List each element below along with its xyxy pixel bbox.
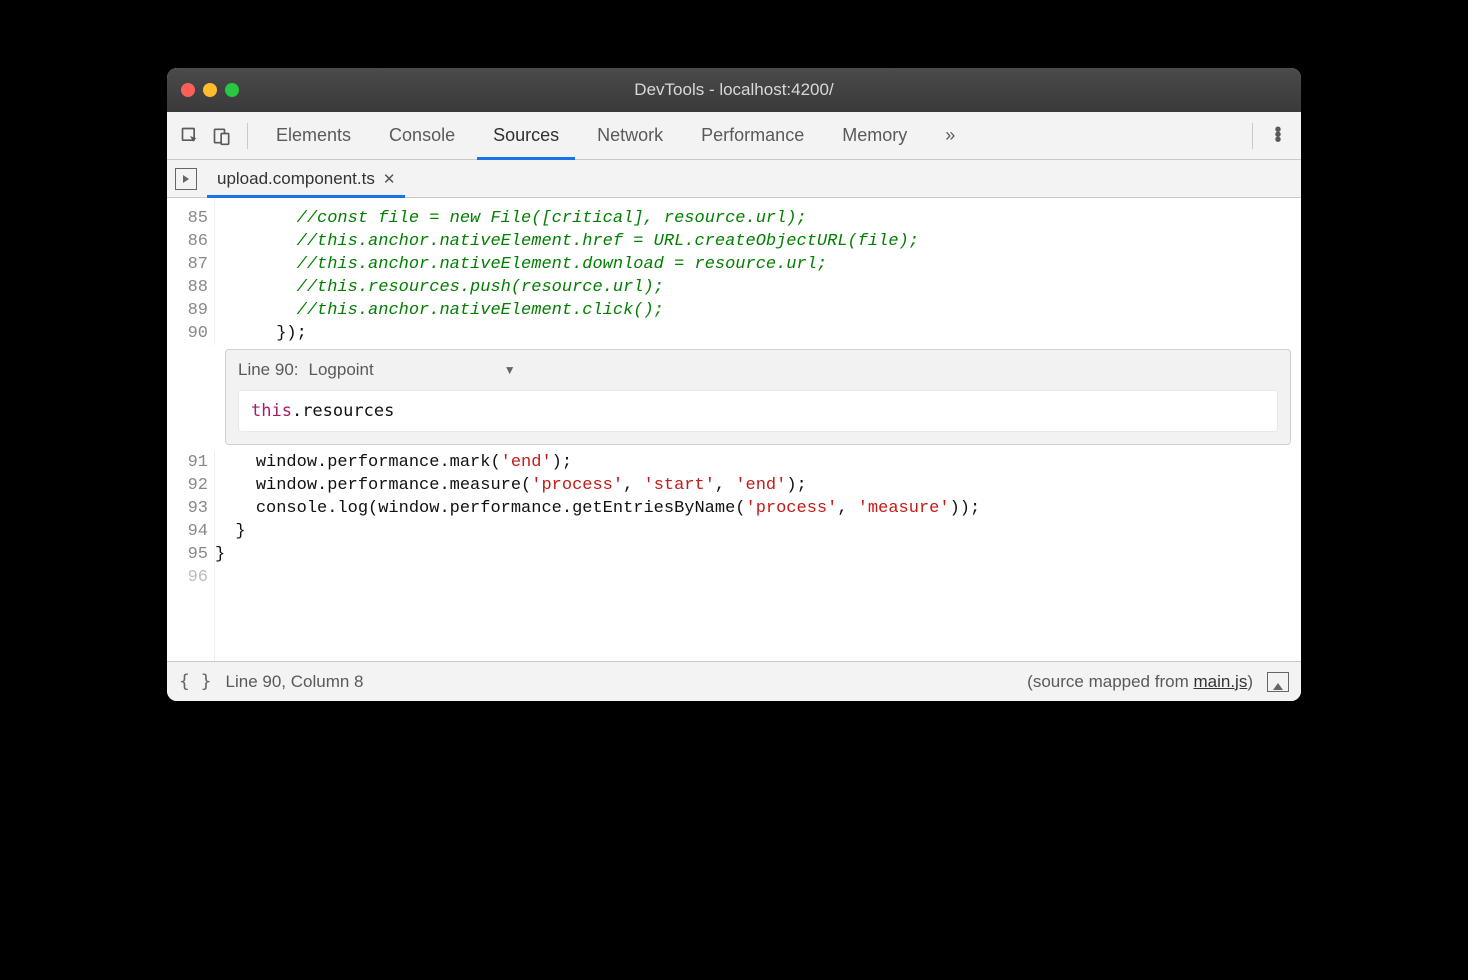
close-tab-icon[interactable]: ✕ — [383, 170, 396, 188]
navigator-toggle-icon[interactable] — [175, 168, 197, 190]
logpoint-panel: Line 90: Logpoint ▼ this.resources — [225, 349, 1291, 445]
logpoint-line-label: Line 90: — [238, 360, 299, 380]
status-bar: { } Line 90, Column 8 (source mapped fro… — [167, 661, 1301, 701]
tab-performance[interactable]: Performance — [685, 112, 820, 159]
device-toolbar-icon[interactable] — [209, 123, 235, 149]
logpoint-header: Line 90: Logpoint ▼ — [238, 360, 1278, 380]
line-gutter: 858687888990 — [167, 198, 215, 345]
traffic-lights — [181, 83, 239, 97]
panel-tab-bar: ElementsConsoleSourcesNetworkPerformance… — [167, 112, 1301, 160]
separator — [1252, 123, 1253, 149]
logpoint-expression-input[interactable]: this.resources — [238, 390, 1278, 432]
pretty-print-icon[interactable]: { } — [179, 671, 212, 692]
tab-sources[interactable]: Sources — [477, 112, 575, 159]
tab-overflow-button[interactable]: » — [929, 112, 971, 159]
code-editor[interactable]: 919293949596 window.performance.mark('en… — [167, 451, 1301, 661]
breakpoint-type-dropdown[interactable]: Logpoint ▼ — [309, 360, 516, 380]
tab-elements[interactable]: Elements — [260, 112, 367, 159]
title-bar: DevTools - localhost:4200/ — [167, 68, 1301, 112]
devtools-window: DevTools - localhost:4200/ ElementsConso… — [167, 68, 1301, 701]
logpoint-panel-wrap: Line 90: Logpoint ▼ this.resources — [167, 349, 1301, 445]
drawer-toggle-icon[interactable] — [1267, 672, 1289, 692]
separator — [247, 123, 248, 149]
source-map-link[interactable]: main.js — [1193, 672, 1247, 691]
tab-console[interactable]: Console — [373, 112, 471, 159]
cursor-position: Line 90, Column 8 — [226, 672, 364, 692]
close-window-button[interactable] — [181, 83, 195, 97]
settings-kebab-icon[interactable]: ••• — [1265, 128, 1291, 143]
source-mapped-label: (source mapped from main.js) — [1027, 672, 1253, 692]
zoom-window-button[interactable] — [225, 83, 239, 97]
chevron-down-icon: ▼ — [504, 363, 516, 377]
file-tab-label: upload.component.ts — [217, 169, 375, 189]
inspect-element-icon[interactable] — [177, 123, 203, 149]
code-editor[interactable]: 858687888990 //const file = new File([cr… — [167, 198, 1301, 345]
code-content[interactable]: //const file = new File([critical], reso… — [215, 198, 1301, 345]
code-content[interactable]: window.performance.mark('end'); window.p… — [215, 451, 1301, 661]
file-tab-bar: upload.component.ts ✕ — [167, 160, 1301, 198]
file-tab-upload-component[interactable]: upload.component.ts ✕ — [207, 160, 405, 197]
line-gutter: 919293949596 — [167, 451, 215, 661]
minimize-window-button[interactable] — [203, 83, 217, 97]
tab-network[interactable]: Network — [581, 112, 679, 159]
breakpoint-type-value: Logpoint — [309, 360, 374, 380]
window-title: DevTools - localhost:4200/ — [167, 80, 1301, 100]
tab-memory[interactable]: Memory — [826, 112, 923, 159]
